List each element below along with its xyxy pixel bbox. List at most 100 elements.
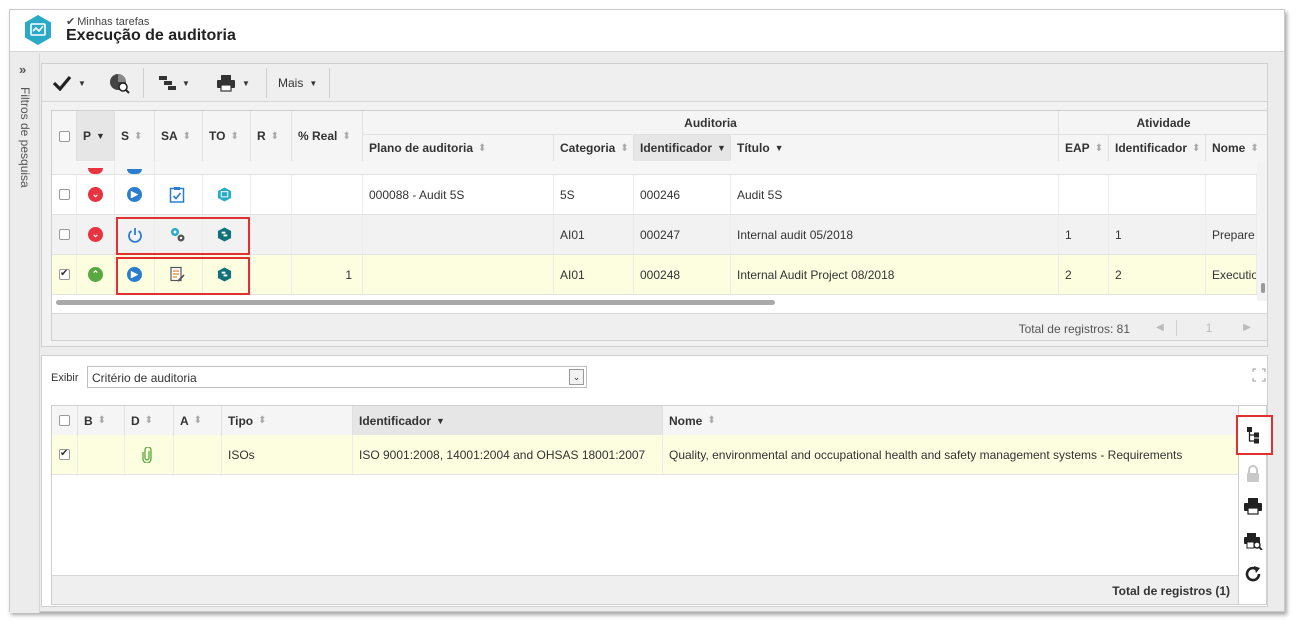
column-header-tipo[interactable]: Tipo ⬍ — [222, 406, 353, 435]
execute-button[interactable]: ▼ — [52, 70, 86, 96]
vertical-scrollbar[interactable] — [1257, 161, 1267, 301]
print-detail-button[interactable] — [1243, 496, 1263, 516]
row-checkbox[interactable] — [52, 215, 77, 254]
categoria-value: 5S — [554, 175, 634, 214]
nome-value — [1206, 175, 1257, 214]
column-header-identificador[interactable]: Identificador ▼ — [353, 406, 663, 435]
pager-next-icon[interactable]: ▶ — [1229, 318, 1265, 338]
grid-footer: Total de registros: 81 ◀ 1 ▶ — [52, 313, 1267, 340]
refresh-button[interactable] — [1243, 564, 1263, 584]
column-header-b[interactable]: B ⬍ — [78, 406, 125, 435]
column-header-d[interactable]: D ⬍ — [125, 406, 174, 435]
column-header-identificador[interactable]: Identificador ▼ — [634, 135, 731, 161]
column-header-plano[interactable]: Plano de auditoria ⬍ — [363, 135, 554, 161]
row-checkbox[interactable] — [52, 255, 77, 294]
nome-value: Executio — [1206, 255, 1257, 294]
categoria-value: AI01 — [554, 215, 634, 254]
more-label: Mais — [278, 76, 304, 90]
hierarchy-view-button[interactable] — [1243, 425, 1263, 445]
exibir-label: Exibir — [51, 372, 79, 384]
column-header-a[interactable]: A ⬍ — [174, 406, 222, 435]
column-header-nome[interactable]: Nome ⬍ — [1206, 135, 1267, 161]
real-value — [292, 215, 363, 254]
priority-down-icon: ⌄ — [88, 187, 103, 202]
print-preview-button[interactable] — [1243, 531, 1263, 551]
vertical-scrollbar-thumb[interactable] — [1261, 283, 1265, 293]
highlight-box — [116, 257, 250, 295]
audit-type-icon[interactable] — [217, 187, 232, 202]
lock-button[interactable] — [1243, 464, 1263, 484]
printer-icon — [1244, 498, 1262, 515]
nome-value: Quality, environmental and occupational … — [663, 435, 1238, 474]
clipboard-check-icon[interactable] — [169, 186, 185, 203]
header-label: A — [180, 413, 189, 428]
hierarchy-button[interactable]: ▼ — [158, 70, 190, 96]
exibir-select[interactable]: Critério de auditoria ⌄ — [87, 366, 587, 388]
header-label: B — [84, 413, 93, 428]
expand-sidebar-icon[interactable]: » — [19, 62, 26, 77]
group-header-atividade: Atividade — [1059, 111, 1267, 135]
header-label: Nome — [669, 413, 703, 428]
status-play-icon[interactable]: ▶ — [127, 187, 142, 202]
total-records: Total de registros (1) — [1112, 584, 1230, 598]
table-row-partial[interactable] — [52, 161, 1257, 175]
header-label: Plano de auditoria — [369, 141, 474, 155]
priority-down-icon — [88, 168, 103, 174]
header-label: S — [121, 129, 130, 143]
column-header-activity-identificador[interactable]: Identificador ⬍ — [1109, 135, 1206, 161]
column-header-titulo[interactable]: Título ▼ — [731, 135, 1059, 161]
more-button[interactable]: Mais ▼ — [278, 70, 317, 96]
print-button[interactable]: ▼ — [216, 70, 250, 96]
header-label: P — [83, 129, 92, 143]
paperclip-icon[interactable] — [142, 446, 152, 463]
header-label: Nome — [1212, 141, 1246, 155]
horizontal-scrollbar[interactable] — [52, 297, 1257, 307]
pager-prev-icon[interactable]: ◀ — [1142, 318, 1178, 338]
identificador-value: 000247 — [634, 215, 731, 254]
nome-value: Prepare — [1206, 215, 1257, 254]
exibir-select-value: Critério de auditoria — [92, 371, 197, 385]
header-label: Título — [737, 141, 770, 155]
column-header-real[interactable]: % Real ⬍ — [292, 111, 363, 161]
column-header-eap[interactable]: EAP ⬍ — [1059, 135, 1109, 161]
checkmark-icon — [52, 75, 72, 91]
select-all-checkbox[interactable] — [52, 111, 77, 161]
view-report-button[interactable] — [108, 70, 130, 96]
eap-value: 1 — [1059, 215, 1109, 254]
real-value — [292, 175, 363, 214]
titulo-value: Internal audit 05/2018 — [731, 215, 1059, 254]
header-label: EAP — [1065, 141, 1090, 155]
column-header-sa[interactable]: SA ⬍ — [155, 111, 203, 161]
column-header-nome[interactable]: Nome ⬍ — [663, 406, 1238, 435]
detail-panel: Exibir Critério de auditoria ⌄ B ⬍ D ⬍ A ⬍ … — [41, 355, 1273, 607]
header-label: Tipo — [228, 413, 254, 428]
chevron-down-icon[interactable]: ▼ — [78, 79, 86, 88]
hierarchy-icon — [159, 76, 176, 90]
column-header-p[interactable]: P ▼ — [77, 111, 115, 161]
search-filters-sidebar[interactable]: » Filtros de pesquisa — [10, 53, 40, 613]
column-header-r[interactable]: R ⬍ — [251, 111, 292, 161]
pie-search-icon — [110, 74, 130, 94]
table-row[interactable]: ⌄ ▶ 000088 - Audit 5S 5S 000246 Audit 5S — [52, 175, 1257, 215]
chevron-down-icon[interactable]: ▼ — [242, 79, 250, 88]
tipo-value: ISOs — [222, 435, 353, 474]
maximize-icon[interactable] — [1252, 368, 1266, 382]
sidebar-label: Filtros de pesquisa — [18, 87, 32, 188]
chevron-down-icon[interactable]: ⌄ — [569, 369, 584, 385]
select-all-checkbox[interactable] — [52, 406, 78, 435]
column-header-s[interactable]: S ⬍ — [115, 111, 155, 161]
activity-identificador-value — [1109, 175, 1206, 214]
column-header-categoria[interactable]: Categoria ⬍ — [554, 135, 634, 161]
chevron-down-icon: ▼ — [309, 78, 318, 88]
row-checkbox[interactable] — [52, 435, 78, 474]
app-window: ✔ Minhas tarefas Execução de auditoria » … — [9, 9, 1285, 613]
horizontal-scrollbar-thumb[interactable] — [56, 300, 775, 305]
column-header-to[interactable]: TO ⬍ — [203, 111, 251, 161]
chevron-down-icon[interactable]: ▼ — [182, 79, 190, 88]
header-label: Identificador — [640, 141, 713, 155]
print-preview-icon — [1244, 533, 1263, 550]
table-row-selected[interactable]: ISOs ISO 9001:2008, 14001:2004 and OHSAS… — [52, 435, 1238, 475]
titulo-value: Internal Audit Project 08/2018 — [731, 255, 1059, 294]
titulo-value: Audit 5S — [731, 175, 1059, 214]
row-checkbox[interactable] — [52, 175, 77, 214]
